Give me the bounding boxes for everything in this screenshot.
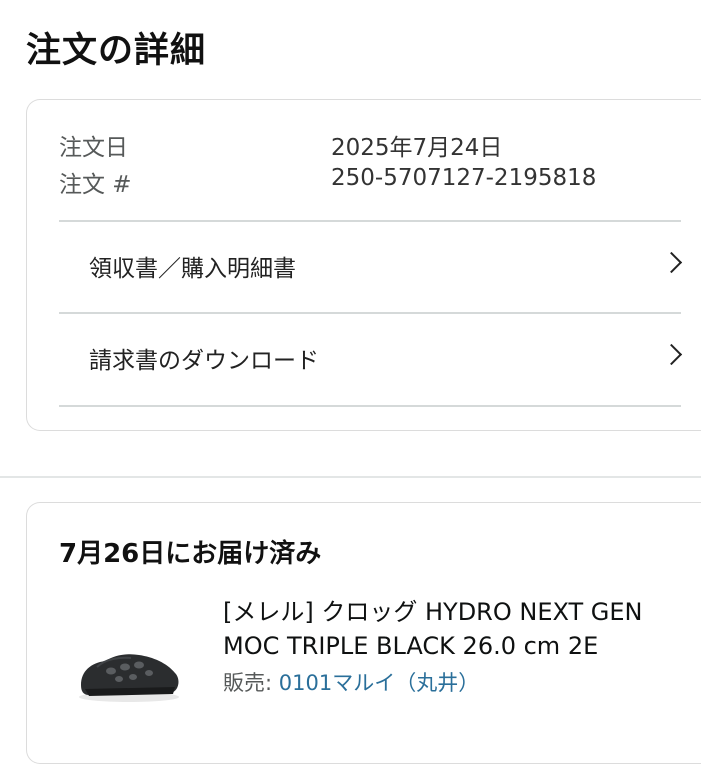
receipt-link-label: 領収書／購入明細書: [89, 256, 296, 282]
page-title: 注文の詳細: [26, 31, 207, 71]
product-title-line2: MOC TRIPLE BLACK 26.0 cm 2E: [223, 632, 599, 660]
product-image[interactable]: [75, 641, 183, 703]
order-number-label: 注文 #: [59, 172, 132, 198]
divider: [59, 405, 681, 407]
chevron-right-icon: [660, 343, 683, 366]
invoice-download-link[interactable]: 請求書のダウンロード: [59, 313, 683, 403]
delivery-card: 7月26日にお届け済み [メレル] クロッグ HYDRO NEXT GEN MO…: [26, 502, 701, 764]
order-date-value: 2025年7月24日: [331, 135, 503, 161]
chevron-right-icon: [660, 251, 683, 274]
receipt-link[interactable]: 領収書／購入明細書: [59, 221, 683, 311]
product-title-line1: [メレル] クロッグ HYDRO NEXT GEN: [223, 598, 643, 626]
product-title-link[interactable]: [メレル] クロッグ HYDRO NEXT GEN MOC TRIPLE BLA…: [223, 595, 693, 663]
delivery-status: 7月26日にお届け済み: [59, 539, 322, 569]
invoice-download-link-label: 請求書のダウンロード: [89, 348, 319, 374]
section-separator: [0, 476, 701, 478]
order-number-value: 250-5707127-2195818: [331, 165, 597, 191]
order-date-label: 注文日: [59, 135, 128, 161]
seller-link[interactable]: 0101マルイ（丸井）: [279, 671, 479, 695]
seller-label: 販売:: [223, 671, 279, 695]
seller-line: 販売: 0101マルイ（丸井）: [223, 667, 479, 697]
order-summary-card: 注文日 2025年7月24日 注文 # 250-5707127-2195818 …: [26, 99, 701, 431]
